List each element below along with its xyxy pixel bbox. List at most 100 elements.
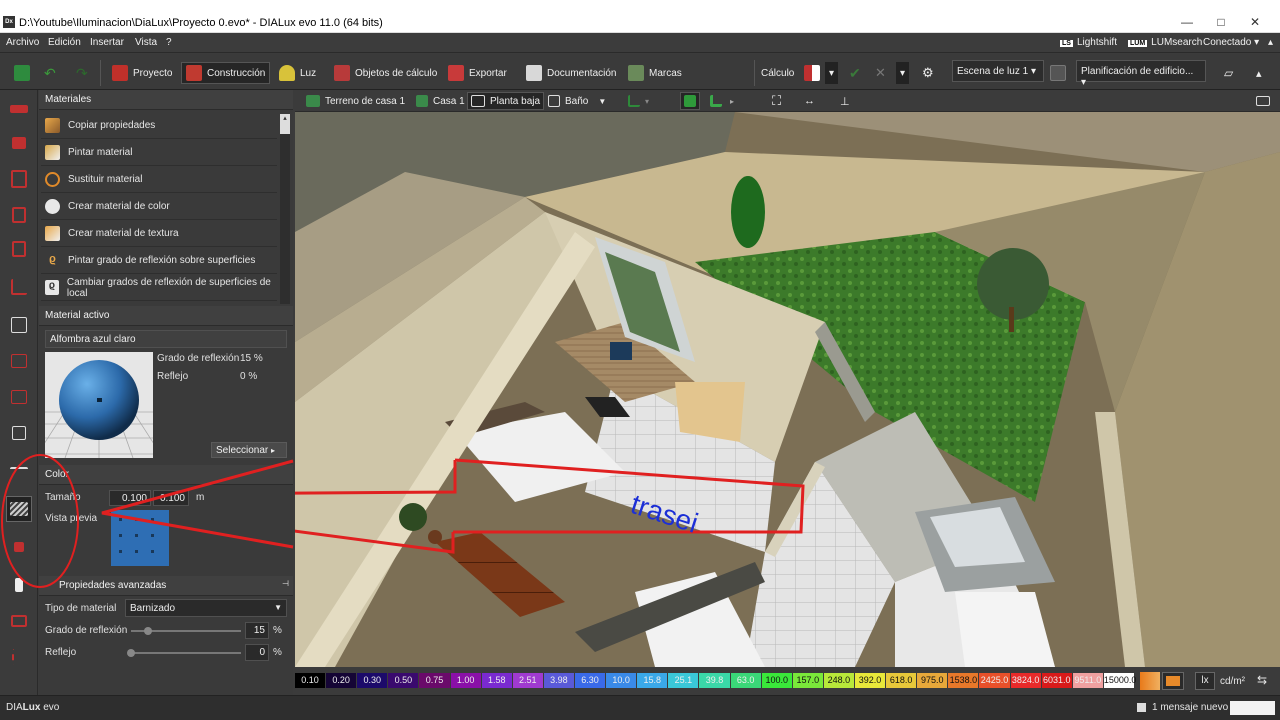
maximize-button[interactable]: □ xyxy=(1206,12,1236,32)
dimension-button[interactable]: ↔ xyxy=(801,92,818,110)
lightshift-icon: LS xyxy=(1060,40,1073,47)
monitor-button[interactable] xyxy=(1253,92,1273,110)
menu-insertar[interactable]: Insertar xyxy=(90,37,124,48)
tool-opening[interactable] xyxy=(6,274,32,300)
paint-material-item[interactable]: Pintar material xyxy=(41,140,277,166)
dropper-icon xyxy=(45,118,60,133)
messages-link[interactable]: 1 mensaje nuevo xyxy=(1137,702,1228,713)
legend-value: 3.98 xyxy=(543,673,574,688)
create-color-material-item[interactable]: Crear material de color xyxy=(41,194,277,220)
light-icon xyxy=(279,65,295,81)
create-texture-material-item[interactable]: Crear material de textura xyxy=(41,221,277,247)
tools-scrollbar[interactable]: ▴ xyxy=(280,114,290,304)
change-reflection-item[interactable]: ϱ Cambiar grados de reflexión de superfic… xyxy=(41,275,277,301)
calculate-dropdown[interactable]: ▾ xyxy=(825,62,839,84)
breadcrumb-site[interactable]: Terreno de casa 1 xyxy=(303,92,408,110)
chevron-down-icon: ▼ xyxy=(598,96,607,106)
materials-panel: Materiales Copiar propiedades Pintar mat… xyxy=(39,90,293,695)
tool-roof[interactable] xyxy=(6,348,32,374)
save-button[interactable] xyxy=(10,62,39,84)
palette-icon xyxy=(45,199,60,214)
legend-value: 157.0 xyxy=(792,673,823,688)
lightshift-link[interactable]: LS Lightshift xyxy=(1060,37,1117,48)
minimize-button[interactable]: — xyxy=(1172,12,1202,32)
tool-door[interactable] xyxy=(6,236,32,262)
message-indicator[interactable] xyxy=(1230,701,1275,715)
menu-archivo[interactable]: Archivo xyxy=(6,37,39,48)
3d-viewport[interactable]: trasei xyxy=(295,112,1280,667)
close-button[interactable]: ✕ xyxy=(1240,12,1270,32)
axis-button[interactable]: ⊥ xyxy=(837,92,853,110)
tab-objetos-calculo[interactable]: Objetos de cálculo xyxy=(330,62,441,84)
reflex-input[interactable]: 0 xyxy=(245,644,269,661)
material-type-select[interactable]: Barnizado ▼ xyxy=(125,599,287,617)
paint-reflection-item[interactable]: ϱ Pintar grado de reflexión sobre superfi… xyxy=(41,248,277,274)
status-bar: DIALux evo 1 mensaje nuevo xyxy=(0,695,1280,720)
legend-color-toggle[interactable] xyxy=(1140,672,1160,690)
copy-properties-item[interactable]: Copiar propiedades xyxy=(41,113,277,139)
tab-exportar[interactable]: Exportar xyxy=(444,62,511,84)
light-scene-select[interactable]: Escena de luz 1 ▾ xyxy=(952,60,1044,82)
cancel-calc-button[interactable]: ✕ xyxy=(871,62,890,84)
breadcrumb-floor[interactable]: Planta baja xyxy=(467,92,545,110)
cancel-dropdown[interactable]: ▾ xyxy=(896,62,910,84)
connection-status[interactable]: Conectado ▾ xyxy=(1203,37,1259,48)
swap-icon[interactable]: ⇆ xyxy=(1257,673,1267,687)
redo-button[interactable]: ↷ xyxy=(72,62,92,84)
image-icon xyxy=(11,615,27,627)
menu-vista[interactable]: Vista xyxy=(135,37,157,48)
plane-view-button[interactable]: ▱ xyxy=(1220,62,1237,84)
tool-floor[interactable] xyxy=(6,420,32,446)
undo-button[interactable]: ↶ xyxy=(40,62,60,84)
tab-proyecto[interactable]: Proyecto xyxy=(108,62,176,84)
tool-image[interactable] xyxy=(6,608,32,634)
slider-handle[interactable] xyxy=(127,649,135,657)
view-solid-button[interactable] xyxy=(680,92,700,110)
legend-gradient-toggle[interactable] xyxy=(1162,672,1184,690)
reflex-slider[interactable] xyxy=(127,649,241,657)
menu-help[interactable]: ? xyxy=(166,37,172,48)
replace-icon xyxy=(45,172,60,187)
scroll-up-icon[interactable]: ▴ xyxy=(280,114,290,134)
tool-ceiling[interactable] xyxy=(6,312,32,338)
breadcrumb-building[interactable]: Casa 1 xyxy=(413,92,468,110)
view-floor-button[interactable]: ▸ xyxy=(707,92,737,110)
tool-wall[interactable] xyxy=(6,202,32,228)
tab-marcas[interactable]: Marcas xyxy=(624,62,686,84)
menu-edicion[interactable]: Edición xyxy=(48,37,81,48)
legend-value: 1538.0 xyxy=(948,673,979,688)
legend-value: 392.0 xyxy=(855,673,886,688)
tab-documentacion[interactable]: Documentación xyxy=(522,62,620,84)
scene-edit-button[interactable] xyxy=(1046,62,1075,84)
pin-icon[interactable]: ⊣ xyxy=(282,579,289,588)
replace-material-item[interactable]: Sustituir material xyxy=(41,167,277,193)
tab-construccion[interactable]: Construcción xyxy=(181,62,271,84)
calculate-icon xyxy=(804,65,820,81)
slider-handle[interactable] xyxy=(143,627,152,635)
unit-lx-button[interactable]: lx xyxy=(1195,672,1215,690)
reflection-value: 15 % xyxy=(240,353,263,364)
reflection-degree-input[interactable]: 15 xyxy=(245,622,269,639)
collapse-icon[interactable]: ▴ xyxy=(1268,37,1273,48)
tab-luz[interactable]: Luz xyxy=(275,62,320,84)
planning-select[interactable]: Planificación de edificio... ▾ xyxy=(1076,60,1206,88)
tool-building[interactable] xyxy=(6,130,32,156)
lumsearch-link[interactable]: LUM LUMsearch xyxy=(1128,37,1202,48)
tool-cube[interactable] xyxy=(6,384,32,410)
tool-site[interactable] xyxy=(6,96,32,122)
toolbar-scroll-button[interactable]: ▴ xyxy=(1252,62,1266,84)
tool-room[interactable] xyxy=(6,166,32,192)
reflection-degree-slider[interactable] xyxy=(131,627,241,635)
reflex-label: Reflejo xyxy=(45,647,77,658)
breadcrumb-room[interactable]: Baño ▼ xyxy=(545,92,609,110)
export-icon xyxy=(448,65,464,81)
legend-value: 0.20 xyxy=(326,673,357,688)
fit-view-button[interactable]: ⛶ xyxy=(769,92,784,110)
view-tool-a[interactable]: ▾ xyxy=(625,92,652,110)
unit-cd-button[interactable]: cd/m² xyxy=(1220,676,1245,687)
tool-measure[interactable] xyxy=(6,644,32,670)
view-toolbar: Terreno de casa 1 Casa 1 Planta baja Bañ… xyxy=(295,90,1280,112)
check-button[interactable]: ✔ xyxy=(845,62,865,84)
settings-button[interactable]: ⚙ xyxy=(918,62,938,84)
document-icon xyxy=(526,65,542,81)
